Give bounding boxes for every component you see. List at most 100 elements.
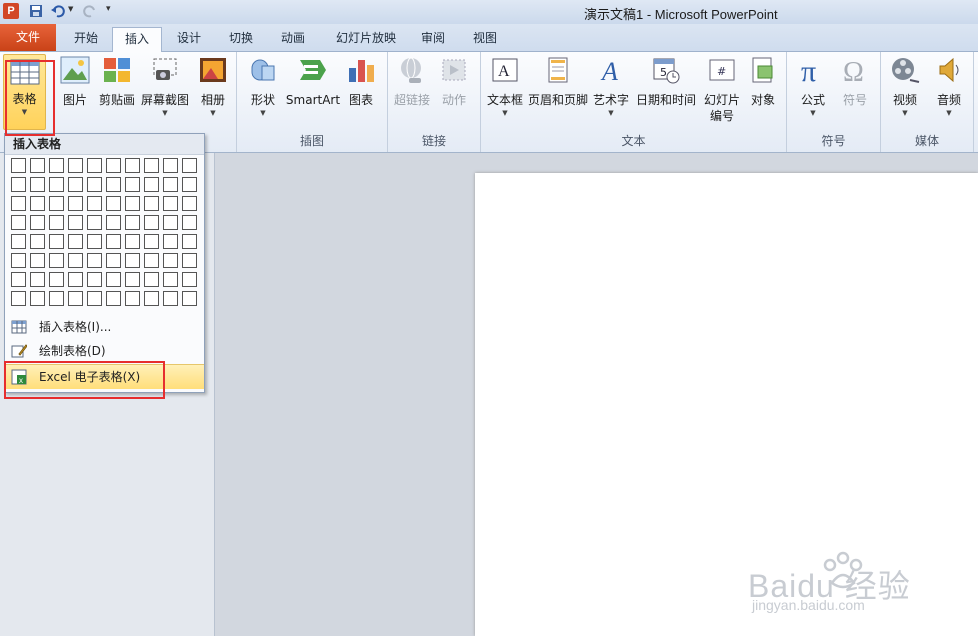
table-grid-cell[interactable] xyxy=(182,253,197,268)
table-grid-cell[interactable] xyxy=(144,196,159,211)
table-grid-cell[interactable] xyxy=(87,177,102,192)
table-grid-cell[interactable] xyxy=(125,196,140,211)
table-grid-cell[interactable] xyxy=(49,215,64,230)
tab-home[interactable]: 开始 xyxy=(64,27,108,50)
table-grid-cell[interactable] xyxy=(106,215,121,230)
tab-animations[interactable]: 动画 xyxy=(272,27,314,50)
slide-number-button[interactable]: # 幻灯片 编号 xyxy=(701,54,743,124)
table-grid-cell[interactable] xyxy=(125,291,140,306)
table-grid-cell[interactable] xyxy=(49,272,64,287)
table-grid-cell[interactable] xyxy=(182,215,197,230)
table-grid-cell[interactable] xyxy=(182,272,197,287)
table-grid-cell[interactable] xyxy=(11,215,26,230)
table-grid-cell[interactable] xyxy=(163,291,178,306)
table-grid-cell[interactable] xyxy=(106,196,121,211)
shapes-button[interactable]: 形状 ▼ xyxy=(245,54,281,118)
table-grid-cell[interactable] xyxy=(125,158,140,173)
audio-button[interactable]: 音频 ▼ xyxy=(929,54,969,118)
table-grid-cell[interactable] xyxy=(106,291,121,306)
table-grid-cell[interactable] xyxy=(49,291,64,306)
insert-table-item[interactable]: 插入表格(I)... xyxy=(5,315,204,339)
table-grid-cell[interactable] xyxy=(125,253,140,268)
table-grid-cell[interactable] xyxy=(68,177,83,192)
table-grid-cell[interactable] xyxy=(68,272,83,287)
object-button[interactable]: 对象 xyxy=(745,54,781,108)
clipart-button[interactable]: 剪贴画 xyxy=(97,54,137,108)
table-grid-cell[interactable] xyxy=(11,196,26,211)
table-grid-cell[interactable] xyxy=(68,291,83,306)
table-grid-cell[interactable] xyxy=(182,196,197,211)
table-grid-cell[interactable] xyxy=(11,158,26,173)
table-grid-cell[interactable] xyxy=(144,177,159,192)
table-grid-cell[interactable] xyxy=(30,234,45,249)
table-grid-cell[interactable] xyxy=(87,234,102,249)
table-grid-cell[interactable] xyxy=(182,177,197,192)
chart-button[interactable]: 图表 xyxy=(343,54,379,108)
table-grid-cell[interactable] xyxy=(182,234,197,249)
tab-slideshow[interactable]: 幻灯片放映 xyxy=(324,27,408,50)
table-grid-cell[interactable] xyxy=(106,272,121,287)
table-grid-cell[interactable] xyxy=(68,234,83,249)
table-grid-cell[interactable] xyxy=(30,253,45,268)
table-grid-cell[interactable] xyxy=(144,234,159,249)
table-grid-cell[interactable] xyxy=(106,158,121,173)
table-grid-cell[interactable] xyxy=(182,291,197,306)
textbox-button[interactable]: A 文本框 ▼ xyxy=(485,54,525,118)
customize-qat-icon[interactable]: ▾ xyxy=(106,4,111,14)
table-grid-cell[interactable] xyxy=(163,215,178,230)
equation-button[interactable]: π 公式 ▼ xyxy=(793,54,833,118)
redo-icon[interactable] xyxy=(82,3,98,19)
table-grid-cell[interactable] xyxy=(144,272,159,287)
save-icon[interactable] xyxy=(28,3,44,19)
date-time-button[interactable]: 5 日期和时间 xyxy=(635,54,697,108)
table-grid-cell[interactable] xyxy=(49,158,64,173)
video-button[interactable]: 视频 ▼ xyxy=(885,54,925,118)
table-grid-cell[interactable] xyxy=(30,215,45,230)
header-footer-button[interactable]: 页眉和页脚 xyxy=(527,54,589,108)
photo-album-button[interactable]: 相册 ▼ xyxy=(195,54,231,118)
table-grid-cell[interactable] xyxy=(68,215,83,230)
table-grid-cell[interactable] xyxy=(163,177,178,192)
table-grid-cell[interactable] xyxy=(11,177,26,192)
table-grid-cell[interactable] xyxy=(11,253,26,268)
table-grid-cell[interactable] xyxy=(144,158,159,173)
wordart-button[interactable]: A 艺术字 ▼ xyxy=(591,54,631,118)
table-grid-cell[interactable] xyxy=(87,215,102,230)
table-grid-cell[interactable] xyxy=(49,253,64,268)
table-grid-cell[interactable] xyxy=(125,215,140,230)
table-grid-cell[interactable] xyxy=(30,272,45,287)
table-grid-cell[interactable] xyxy=(87,253,102,268)
table-grid-cell[interactable] xyxy=(87,158,102,173)
table-grid-cell[interactable] xyxy=(30,158,45,173)
table-grid-cell[interactable] xyxy=(144,253,159,268)
hyperlink-button[interactable]: 超链接 xyxy=(392,54,432,108)
table-grid-cell[interactable] xyxy=(106,177,121,192)
slide-canvas[interactable] xyxy=(475,173,978,636)
screenshot-button[interactable]: 屏幕截图 ▼ xyxy=(139,54,191,118)
tab-design[interactable]: 设计 xyxy=(168,27,210,50)
table-grid-cell[interactable] xyxy=(182,158,197,173)
draw-table-item[interactable]: 绘制表格(D) xyxy=(5,339,204,363)
table-grid-cell[interactable] xyxy=(68,253,83,268)
tab-insert[interactable]: 插入 xyxy=(112,27,162,52)
table-grid-cell[interactable] xyxy=(30,291,45,306)
table-grid-cell[interactable] xyxy=(11,291,26,306)
table-grid-cell[interactable] xyxy=(87,196,102,211)
table-grid-cell[interactable] xyxy=(144,291,159,306)
table-grid-cell[interactable] xyxy=(11,272,26,287)
table-grid-cell[interactable] xyxy=(68,196,83,211)
tab-review[interactable]: 审阅 xyxy=(412,27,454,50)
table-grid-cell[interactable] xyxy=(125,234,140,249)
table-grid-cell[interactable] xyxy=(163,196,178,211)
table-grid-cell[interactable] xyxy=(49,196,64,211)
table-grid-cell[interactable] xyxy=(49,177,64,192)
powerpoint-app-icon[interactable]: P xyxy=(3,3,19,19)
smartart-button[interactable]: SmartArt xyxy=(285,54,341,108)
table-grid-cell[interactable] xyxy=(106,234,121,249)
undo-icon[interactable] xyxy=(50,3,66,19)
table-grid-cell[interactable] xyxy=(125,177,140,192)
tab-file[interactable]: 文件 xyxy=(0,24,56,51)
undo-dropdown-icon[interactable]: ▼ xyxy=(68,5,73,13)
table-grid-cell[interactable] xyxy=(163,253,178,268)
picture-button[interactable]: 图片 xyxy=(58,54,92,108)
